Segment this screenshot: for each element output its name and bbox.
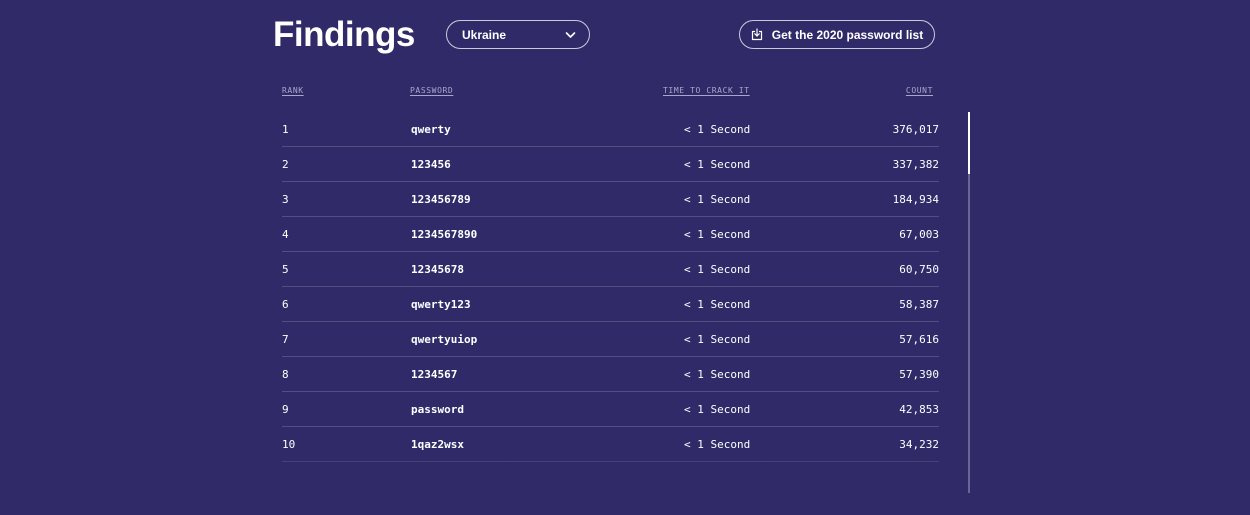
row-password: 12345678	[411, 263, 464, 276]
get-password-list-button[interactable]: Get the 2020 password list	[739, 20, 935, 49]
row-time-to-crack: < 1 Second	[684, 403, 751, 416]
row-count: 42,853	[899, 403, 939, 416]
row-rank: 1	[282, 123, 289, 136]
row-rank: 10	[282, 438, 296, 451]
table-row: 8 1234567 < 1 Second 57,390	[282, 357, 939, 392]
column-header-rank[interactable]: RANK	[282, 86, 304, 95]
row-password: 123456	[411, 158, 451, 171]
row-password: qwerty	[411, 123, 451, 136]
row-rank: 8	[282, 368, 289, 381]
row-rank: 6	[282, 298, 289, 311]
row-rank: 9	[282, 403, 289, 416]
scrollbar-thumb[interactable]	[968, 112, 970, 174]
table-row: 3 123456789 < 1 Second 184,934	[282, 182, 939, 217]
row-password: 1qaz2wsx	[411, 438, 464, 451]
table-row: 4 1234567890 < 1 Second 67,003	[282, 217, 939, 252]
row-count: 57,390	[899, 368, 939, 381]
table-row: 2 123456 < 1 Second 337,382	[282, 147, 939, 182]
row-rank: 4	[282, 228, 289, 241]
row-password: 1234567	[411, 368, 458, 381]
table-row: 6 qwerty123 < 1 Second 58,387	[282, 287, 939, 322]
row-time-to-crack: < 1 Second	[684, 193, 751, 206]
row-count: 57,616	[899, 333, 939, 346]
password-table-body: 1 qwerty < 1 Second 376,017 2 123456 < 1…	[282, 112, 939, 484]
table-scrollbar[interactable]	[968, 112, 970, 493]
page: Findings Ukraine Get the 2020 password l…	[0, 0, 1250, 515]
row-count: 184,934	[892, 193, 939, 206]
column-header-time-to-crack[interactable]: TIME TO CRACK IT	[663, 86, 750, 95]
row-count: 34,232	[899, 438, 939, 451]
table-row: 10 1qaz2wsx < 1 Second 34,232	[282, 427, 939, 462]
row-count: 337,382	[892, 158, 939, 171]
row-time-to-crack: < 1 Second	[684, 333, 751, 346]
row-password: qwertyuiop	[411, 333, 478, 346]
row-count: 58,387	[899, 298, 939, 311]
country-select-value: Ukraine	[462, 27, 507, 42]
column-header-count[interactable]: COUNT	[850, 86, 933, 95]
table-row: 9 password < 1 Second 42,853	[282, 392, 939, 427]
row-time-to-crack: < 1 Second	[684, 298, 751, 311]
row-password: 1234567890	[411, 228, 478, 241]
row-password: qwerty123	[411, 298, 471, 311]
chevron-down-icon	[565, 31, 576, 38]
country-select[interactable]: Ukraine	[446, 20, 590, 49]
row-count: 376,017	[892, 123, 939, 136]
row-count: 60,750	[899, 263, 939, 276]
row-count: 67,003	[899, 228, 939, 241]
get-password-list-label: Get the 2020 password list	[771, 27, 924, 42]
row-password: password	[411, 403, 464, 416]
row-time-to-crack: < 1 Second	[684, 123, 751, 136]
table-row: 7 qwertyuiop < 1 Second 57,616	[282, 322, 939, 357]
download-icon	[751, 28, 762, 41]
column-header-password[interactable]: PASSWORD	[410, 86, 453, 95]
row-time-to-crack: < 1 Second	[684, 438, 751, 451]
table-row: 1 qwerty < 1 Second 376,017	[282, 112, 939, 147]
row-time-to-crack: < 1 Second	[684, 228, 751, 241]
row-rank: 7	[282, 333, 289, 346]
row-time-to-crack: < 1 Second	[684, 368, 751, 381]
table-row: 5 12345678 < 1 Second 60,750	[282, 252, 939, 287]
row-time-to-crack: < 1 Second	[684, 158, 751, 171]
row-time-to-crack: < 1 Second	[684, 263, 751, 276]
row-rank: 2	[282, 158, 289, 171]
row-rank: 5	[282, 263, 289, 276]
row-rank: 3	[282, 193, 289, 206]
page-title: Findings	[273, 15, 415, 54]
row-password: 123456789	[411, 193, 471, 206]
